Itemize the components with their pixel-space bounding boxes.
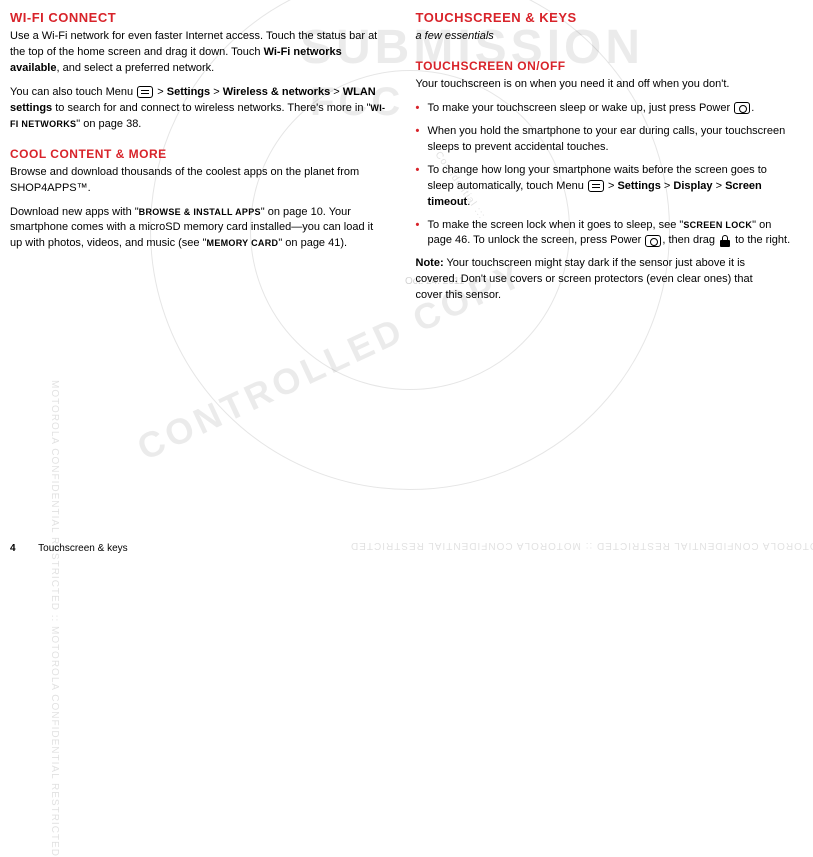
text: .: [467, 196, 470, 208]
touchscreen-list: To make your touchscreen sleep or wake u…: [416, 101, 794, 250]
text: " on page 41).: [278, 237, 347, 249]
text: >: [154, 86, 167, 98]
page-number: 4: [10, 543, 16, 554]
text: " on page 38.: [76, 118, 141, 130]
power-icon: [645, 235, 661, 247]
cool-content-p2: Download new apps with "BROWSE & INSTALL…: [10, 205, 388, 253]
menu-icon: [137, 86, 153, 98]
subtitle-essentials: a few essentials: [416, 29, 794, 45]
note-paragraph: Note: Your touchscreen might stay dark i…: [416, 256, 776, 304]
wifi-paragraph-2: You can also touch Menu > Settings > Wir…: [10, 85, 388, 133]
text: >: [605, 180, 618, 192]
power-icon: [734, 102, 750, 114]
bold-settings: Settings: [167, 86, 210, 98]
heading-touchscreen-keys: TOUCHSCREEN & KEYS: [416, 10, 794, 25]
watermark-confidential-2: MOTOROLA CONFIDENTIAL RESTRICTED :: MOTO…: [350, 540, 813, 551]
page-content: WI-FI CONNECT Use a Wi-Fi network for ev…: [10, 10, 793, 312]
touchscreen-intro: Your touchscreen is on when you need it …: [416, 77, 794, 93]
bold-wireless-networks: Wireless & networks: [223, 86, 331, 98]
lock-icon: [719, 235, 731, 247]
text: >: [330, 86, 343, 98]
list-item: When you hold the smartphone to your ear…: [416, 124, 794, 156]
text: Download new apps with ": [10, 206, 139, 218]
heading-cool-content: COOL CONTENT & MORE: [10, 147, 388, 161]
text: To make the screen lock when it goes to …: [428, 219, 684, 231]
note-body: Your touchscreen might stay dark if the …: [416, 257, 753, 301]
note-label: Note:: [416, 257, 444, 269]
text: to search for and connect to wireless ne…: [52, 102, 370, 114]
text: , and select a preferred network.: [56, 62, 214, 74]
bold-settings: Settings: [617, 180, 660, 192]
text: , then drag: [662, 234, 718, 246]
ref-browse-install: BROWSE & INSTALL APPS: [139, 207, 261, 217]
text: >: [210, 86, 223, 98]
text: You can also touch Menu: [10, 86, 136, 98]
text: to the right.: [732, 234, 790, 246]
list-item: To make the screen lock when it goes to …: [416, 218, 794, 250]
page-footer: 4 Touchscreen & keys: [10, 543, 128, 554]
cool-content-p1: Browse and download thousands of the coo…: [10, 165, 388, 197]
text: >: [713, 180, 726, 192]
bold-display: Display: [673, 180, 712, 192]
ref-screen-lock: SCREEN LOCK: [683, 220, 752, 230]
watermark-confidential-1: MOTOROLA CONFIDENTIAL RESTRICTED :: MOTO…: [49, 380, 60, 857]
menu-icon: [588, 180, 604, 192]
list-item: To make your touchscreen sleep or wake u…: [416, 101, 794, 117]
left-column: WI-FI CONNECT Use a Wi-Fi network for ev…: [10, 10, 388, 312]
text: .: [751, 102, 754, 114]
list-item: To change how long your smartphone waits…: [416, 163, 794, 211]
text: >: [661, 180, 674, 192]
footer-section: Touchscreen & keys: [38, 543, 128, 554]
heading-wifi-connect: WI-FI CONNECT: [10, 10, 388, 25]
text: To make your touchscreen sleep or wake u…: [428, 102, 734, 114]
heading-touchscreen-onoff: TOUCHSCREEN ON/OFF: [416, 59, 794, 73]
subtitle-text: a few essentials: [416, 30, 494, 42]
right-column: TOUCHSCREEN & KEYS a few essentials TOUC…: [416, 10, 794, 312]
wifi-paragraph-1: Use a Wi-Fi network for even faster Inte…: [10, 29, 388, 77]
ref-memory-card: MEMORY CARD: [207, 238, 279, 248]
